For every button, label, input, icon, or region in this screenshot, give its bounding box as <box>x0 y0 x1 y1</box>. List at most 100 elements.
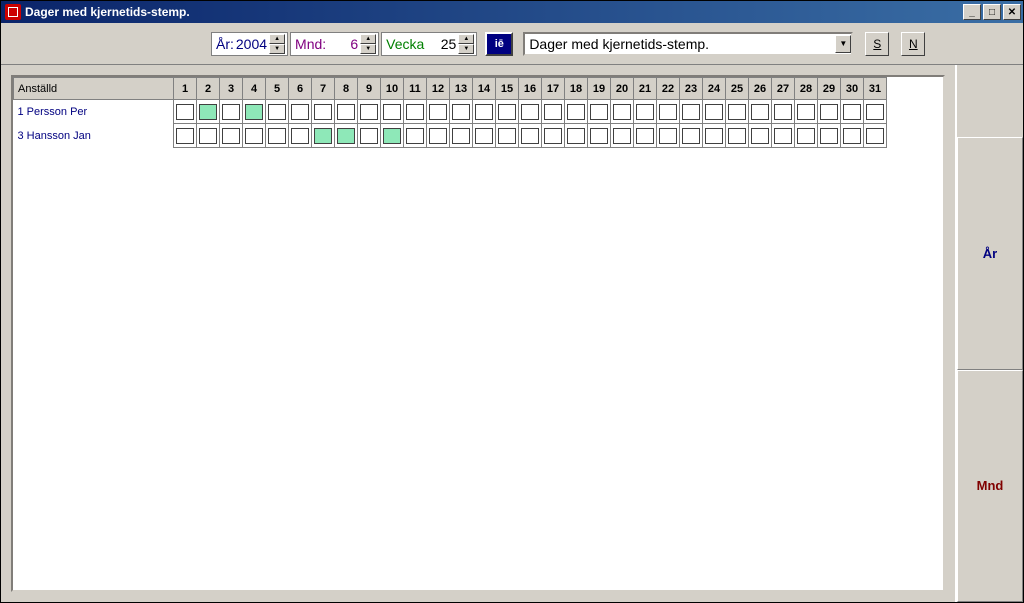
day-cell[interactable] <box>243 100 266 124</box>
day-cell[interactable] <box>427 100 450 124</box>
side-month-button[interactable]: Mnd <box>957 370 1023 603</box>
day-cell[interactable] <box>841 124 864 148</box>
day-cell[interactable] <box>726 100 749 124</box>
day-header[interactable]: 14 <box>473 78 496 100</box>
day-cell[interactable] <box>427 124 450 148</box>
day-cell[interactable] <box>588 100 611 124</box>
day-cell[interactable] <box>473 124 496 148</box>
day-cell[interactable] <box>680 100 703 124</box>
day-header[interactable]: 30 <box>841 78 864 100</box>
day-cell[interactable] <box>358 124 381 148</box>
day-cell[interactable] <box>450 100 473 124</box>
day-header[interactable]: 18 <box>565 78 588 100</box>
day-cell[interactable] <box>841 100 864 124</box>
day-header[interactable]: 9 <box>358 78 381 100</box>
day-cell[interactable] <box>542 124 565 148</box>
day-header[interactable]: 12 <box>427 78 450 100</box>
day-header[interactable]: 10 <box>381 78 404 100</box>
day-header[interactable]: 2 <box>197 78 220 100</box>
day-cell[interactable] <box>657 100 680 124</box>
week-up-button[interactable]: ▲ <box>458 34 474 44</box>
day-cell[interactable] <box>749 124 772 148</box>
day-cell[interactable] <box>174 100 197 124</box>
month-spinner[interactable]: Mnd: 6 ▲ ▼ <box>290 32 379 56</box>
week-spinner[interactable]: Vecka 25 ▲ ▼ <box>381 32 477 56</box>
day-cell[interactable] <box>335 100 358 124</box>
day-cell[interactable] <box>450 124 473 148</box>
day-header[interactable]: 5 <box>266 78 289 100</box>
day-cell[interactable] <box>703 100 726 124</box>
year-spinner[interactable]: År: 2004 ▲ ▼ <box>211 32 288 56</box>
s-button[interactable]: S <box>865 32 889 56</box>
day-cell[interactable] <box>795 124 818 148</box>
day-header[interactable]: 8 <box>335 78 358 100</box>
day-header[interactable]: 15 <box>496 78 519 100</box>
day-cell[interactable] <box>496 100 519 124</box>
day-cell[interactable] <box>565 100 588 124</box>
day-header[interactable]: 25 <box>726 78 749 100</box>
day-cell[interactable] <box>335 124 358 148</box>
day-header[interactable]: 4 <box>243 78 266 100</box>
month-up-button[interactable]: ▲ <box>360 34 376 44</box>
day-header[interactable]: 19 <box>588 78 611 100</box>
n-button[interactable]: N <box>901 32 925 56</box>
day-cell[interactable] <box>864 100 887 124</box>
day-cell[interactable] <box>703 124 726 148</box>
employee-name[interactable]: 3 Hansson Jan <box>14 124 174 148</box>
day-cell[interactable] <box>818 124 841 148</box>
day-cell[interactable] <box>795 100 818 124</box>
day-cell[interactable] <box>519 124 542 148</box>
day-header[interactable]: 24 <box>703 78 726 100</box>
day-cell[interactable] <box>611 100 634 124</box>
day-header[interactable]: 7 <box>312 78 335 100</box>
day-cell[interactable] <box>243 124 266 148</box>
day-cell[interactable] <box>266 100 289 124</box>
day-header[interactable]: 16 <box>519 78 542 100</box>
day-header[interactable]: 23 <box>680 78 703 100</box>
calendar-icon-button[interactable]: iē <box>485 32 513 56</box>
employee-header[interactable]: Anställd <box>14 78 174 100</box>
day-cell[interactable] <box>312 124 335 148</box>
employee-name[interactable]: 1 Persson Per <box>14 100 174 124</box>
day-cell[interactable] <box>381 124 404 148</box>
day-cell[interactable] <box>864 124 887 148</box>
day-header[interactable]: 20 <box>611 78 634 100</box>
day-header[interactable]: 6 <box>289 78 312 100</box>
day-header[interactable]: 29 <box>818 78 841 100</box>
day-header[interactable]: 22 <box>657 78 680 100</box>
day-cell[interactable] <box>358 100 381 124</box>
day-cell[interactable] <box>749 100 772 124</box>
day-header[interactable]: 28 <box>795 78 818 100</box>
day-cell[interactable] <box>542 100 565 124</box>
day-cell[interactable] <box>197 124 220 148</box>
day-cell[interactable] <box>588 124 611 148</box>
day-cell[interactable] <box>657 124 680 148</box>
day-cell[interactable] <box>266 124 289 148</box>
day-cell[interactable] <box>220 100 243 124</box>
day-cell[interactable] <box>772 100 795 124</box>
day-cell[interactable] <box>634 124 657 148</box>
day-cell[interactable] <box>772 124 795 148</box>
day-cell[interactable] <box>611 124 634 148</box>
year-up-button[interactable]: ▲ <box>269 34 285 44</box>
day-header[interactable]: 26 <box>749 78 772 100</box>
side-year-button[interactable]: År <box>957 137 1023 370</box>
day-header[interactable]: 3 <box>220 78 243 100</box>
day-cell[interactable] <box>220 124 243 148</box>
close-button[interactable]: ✕ <box>1003 4 1021 20</box>
day-header[interactable]: 27 <box>772 78 795 100</box>
day-cell[interactable] <box>496 124 519 148</box>
day-cell[interactable] <box>289 124 312 148</box>
day-header[interactable]: 1 <box>174 78 197 100</box>
month-down-button[interactable]: ▼ <box>360 44 376 54</box>
day-cell[interactable] <box>312 100 335 124</box>
day-cell[interactable] <box>197 100 220 124</box>
day-cell[interactable] <box>634 100 657 124</box>
day-header[interactable]: 17 <box>542 78 565 100</box>
day-cell[interactable] <box>381 100 404 124</box>
week-down-button[interactable]: ▼ <box>458 44 474 54</box>
day-cell[interactable] <box>565 124 588 148</box>
day-cell[interactable] <box>680 124 703 148</box>
minimize-button[interactable]: _ <box>963 4 981 20</box>
day-header[interactable]: 11 <box>404 78 427 100</box>
